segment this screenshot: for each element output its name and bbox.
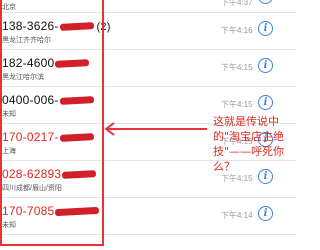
call-number: 170-0217-	[2, 130, 94, 144]
redaction-mark	[62, 170, 97, 180]
call-location: 黑龙江齐齐哈尔	[2, 37, 51, 44]
annotation-arrow	[104, 122, 207, 136]
info-icon[interactable]: i	[258, 21, 273, 36]
call-location: 黑龙江哈尔滨	[2, 74, 44, 81]
call-row[interactable]: 138-3626- (2) 黑龙江齐齐哈尔 下午4:16 i	[0, 13, 296, 50]
call-number: 028-62893	[2, 167, 97, 181]
info-icon[interactable]: i	[258, 0, 273, 4]
call-number: 138-3626- (2)	[2, 19, 111, 33]
call-time: 下午4:15	[221, 100, 253, 109]
call-row[interactable]: 北京 下午4:37 i	[0, 0, 296, 13]
call-location: 未知	[2, 222, 16, 229]
call-number: 182-4600	[2, 56, 90, 70]
redaction-mark	[55, 59, 90, 69]
call-time: 下午4:15	[221, 63, 253, 72]
call-count: (2)	[96, 21, 111, 33]
call-time: 下午4:15	[221, 174, 253, 183]
redaction-mark	[59, 22, 94, 32]
call-time: 下午4:37	[221, 0, 253, 7]
call-number: 170-7085	[2, 204, 100, 218]
call-time: 下午4:14	[221, 211, 253, 220]
info-icon[interactable]: i	[258, 95, 273, 110]
info-icon[interactable]: i	[258, 58, 273, 73]
call-location: 北京	[2, 4, 16, 11]
info-icon[interactable]: i	[258, 206, 273, 221]
redaction-mark	[55, 207, 100, 217]
call-location: 四川成都/眉山/资阳	[2, 185, 62, 192]
redaction-mark	[59, 96, 94, 106]
call-row[interactable]: 170-7085 未知 下午4:14 i	[0, 198, 296, 235]
redaction-mark	[59, 133, 94, 143]
call-row[interactable]: 182-4600 黑龙江哈尔滨 下午4:15 i	[0, 50, 296, 87]
call-number: 0400-006-	[2, 93, 94, 107]
call-time: 下午4:16	[221, 26, 253, 35]
call-location: 未知	[2, 111, 16, 118]
call-location: 上海	[2, 148, 16, 155]
annotation-text: 这就是传说中的"淘宝店主绝技"——呼死你么？	[213, 115, 285, 173]
